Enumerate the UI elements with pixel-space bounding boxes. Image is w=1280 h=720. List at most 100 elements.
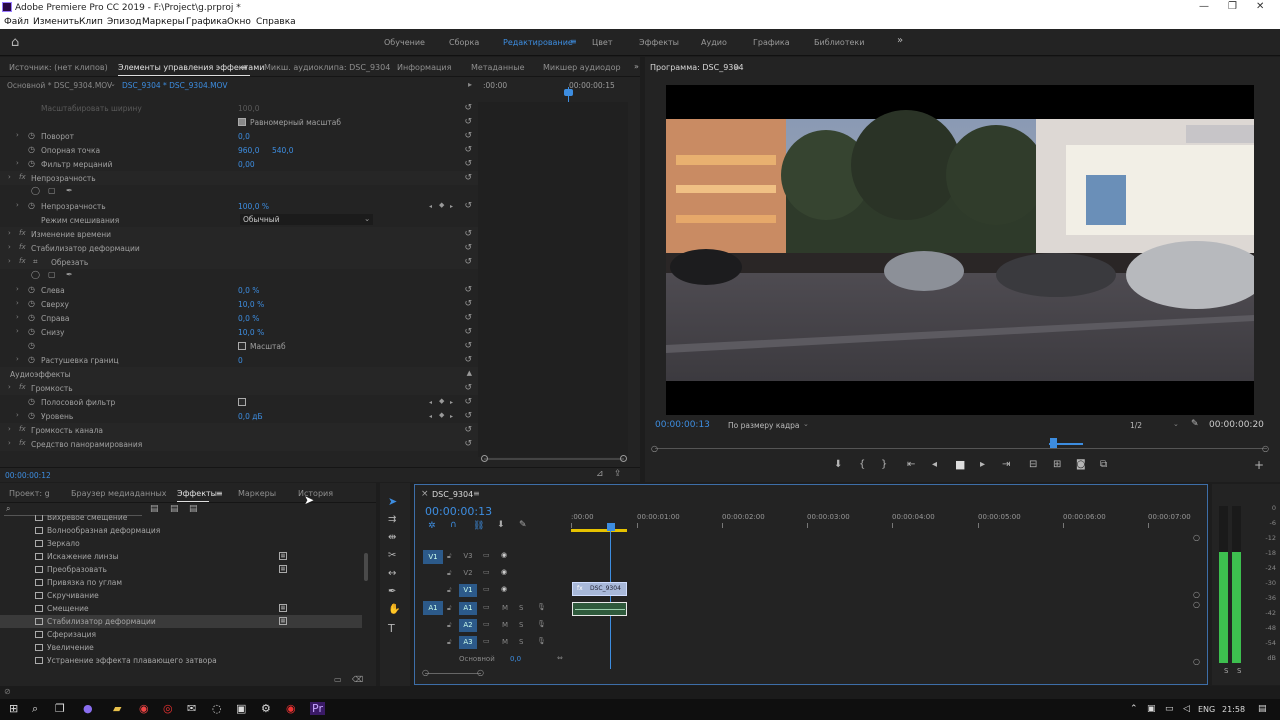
- extract-icon[interactable]: ⊞: [1053, 459, 1061, 470]
- effects-scrollbar[interactable]: [364, 553, 368, 581]
- delete-icon[interactable]: ⌫: [352, 675, 363, 684]
- ec-row-14[interactable]: › ◷ Сверху 10,0 % ↺: [0, 297, 478, 311]
- prev-keyframe-icon[interactable]: ◂: [429, 203, 432, 210]
- mark-in-icon[interactable]: {: [859, 459, 865, 470]
- next-keyframe-icon[interactable]: ▸: [450, 203, 453, 210]
- add-keyframe-icon[interactable]: ◆: [439, 201, 444, 209]
- scroll-handle-top[interactable]: ○: [1193, 533, 1200, 542]
- new-folder-icon[interactable]: ▭: [334, 675, 342, 684]
- timeline-tab[interactable]: DSC_9304: [432, 490, 473, 499]
- project-tab-3[interactable]: Маркеры: [238, 489, 276, 498]
- master-value[interactable]: 0,0: [510, 655, 521, 663]
- fx-toggle-icon[interactable]: fx: [19, 383, 26, 391]
- workspace-tab-4[interactable]: Эффекты: [639, 38, 679, 47]
- scroll-handle-bottom[interactable]: ○: [1193, 657, 1200, 666]
- ec-property-value[interactable]: 0: [238, 356, 243, 365]
- source-tab-4[interactable]: Метаданные: [471, 63, 525, 72]
- ec-row-24[interactable]: › fx Средство панорамирования ↺: [0, 437, 478, 451]
- effect-list-item[interactable]: Стабилизатор деформации ▦: [0, 615, 362, 628]
- lock-icon[interactable]: 🔓︎: [447, 586, 452, 595]
- reset-icon[interactable]: ↺: [464, 299, 472, 309]
- effect-list-item[interactable]: Искажение линзы ▦: [0, 550, 362, 563]
- chevron-icon[interactable]: ›: [8, 257, 11, 265]
- fx-toggle-icon[interactable]: fx: [19, 425, 26, 433]
- record-icon[interactable]: ◎: [163, 702, 173, 715]
- sync-lock-icon[interactable]: ▭: [483, 551, 490, 559]
- volume-icon[interactable]: ◁: [1183, 704, 1190, 714]
- ec-row-5[interactable]: › fx Непрозрачность ↺: [0, 171, 478, 185]
- scroll-handle-mid2[interactable]: ○: [1193, 600, 1200, 609]
- meter-solo-left[interactable]: S: [1224, 667, 1228, 675]
- eye-icon[interactable]: ◉: [501, 568, 507, 576]
- ec-row-23[interactable]: › fx Громкость канала ↺: [0, 423, 478, 437]
- type-tool-icon[interactable]: T: [388, 622, 395, 635]
- reset-icon[interactable]: ↺: [464, 173, 472, 183]
- 32bit-effects-icon[interactable]: ▤: [170, 504, 179, 514]
- workspace-tab-1[interactable]: Сборка: [449, 38, 479, 47]
- ec-row-16[interactable]: › ◷ Снизу 10,0 % ↺: [0, 325, 478, 339]
- ec-property-value[interactable]: 0,00: [238, 160, 255, 169]
- search-icon[interactable]: ⌕: [32, 702, 38, 716]
- chevron-icon[interactable]: ›: [16, 131, 19, 139]
- ec-property-value[interactable]: 0,0 %: [238, 286, 259, 295]
- checkbox[interactable]: [238, 118, 246, 126]
- effect-list-item[interactable]: Вихревое смещение: [0, 515, 362, 524]
- ec-row-17[interactable]: ◷ Масштаб ↺: [0, 339, 478, 353]
- chevron-icon[interactable]: ›: [8, 439, 11, 447]
- go-to-out-icon[interactable]: ⇥: [1002, 459, 1010, 470]
- battery-icon[interactable]: ▭: [1165, 704, 1174, 714]
- reset-icon[interactable]: ↺: [464, 355, 472, 365]
- camera-icon[interactable]: ◙: [1076, 459, 1086, 470]
- workspace-tab-2[interactable]: Редактирование: [503, 38, 573, 47]
- track-target[interactable]: A3: [459, 636, 477, 649]
- start-icon[interactable]: ⊞: [9, 702, 18, 715]
- chevron-icon[interactable]: ›: [16, 313, 19, 321]
- source-patch-v[interactable]: V1: [423, 550, 443, 564]
- effect-list-item[interactable]: Увеличение: [0, 641, 362, 654]
- stopwatch-icon[interactable]: ◷: [28, 159, 35, 168]
- add-marker-icon[interactable]: ⬇: [834, 459, 842, 470]
- reset-icon[interactable]: ↺: [464, 201, 472, 211]
- eye-icon[interactable]: ◉: [501, 551, 507, 559]
- timeline-zoom-bar[interactable]: [425, 673, 481, 674]
- network-app-icon[interactable]: ◌: [212, 702, 222, 715]
- effect-list-item[interactable]: Смещение ▦: [0, 602, 362, 615]
- zoom-handle-right[interactable]: ○: [477, 668, 484, 677]
- track-target[interactable]: V1: [459, 584, 477, 597]
- nest-icon[interactable]: ✲: [428, 521, 436, 531]
- next-keyframe-icon[interactable]: ▸: [450, 399, 453, 406]
- ec-row-7[interactable]: › ◷ Непрозрачность 100,0 % ◂ ◆ ▸ ↺: [0, 199, 478, 213]
- maximize-button[interactable]: ❐: [1228, 1, 1237, 12]
- ec-row-9[interactable]: › fx Изменение времени ↺: [0, 227, 478, 241]
- pen-tool-icon[interactable]: ✒: [388, 586, 396, 597]
- solo-button[interactable]: S: [519, 621, 523, 629]
- video-clip[interactable]: fx DSC_9304: [572, 582, 627, 596]
- source-patch-a[interactable]: A1: [423, 601, 443, 615]
- wrench-icon[interactable]: ✎: [1191, 419, 1199, 429]
- fx-toggle-icon[interactable]: fx: [19, 229, 26, 237]
- ec-property-value[interactable]: 10,0 %: [238, 328, 264, 337]
- mute-button[interactable]: M: [502, 604, 508, 612]
- menu-item-6[interactable]: Окно: [227, 17, 251, 27]
- step-forward-icon[interactable]: ▸: [980, 459, 985, 470]
- ec-zoom-handle-left[interactable]: [481, 455, 488, 462]
- linked-selection-icon[interactable]: ⛓: [473, 521, 484, 531]
- reset-icon[interactable]: ↺: [464, 117, 472, 127]
- ec-row-21[interactable]: ◷ Полосовой фильтр ◂ ◆ ▸ ↺: [0, 395, 478, 409]
- reset-icon[interactable]: ↺: [464, 145, 472, 155]
- scroll-up-icon[interactable]: ▲: [467, 369, 472, 377]
- chevron-icon[interactable]: ›: [16, 159, 19, 167]
- reset-icon[interactable]: ↺: [464, 229, 472, 239]
- clock[interactable]: 21:58: [1222, 705, 1245, 714]
- stopwatch-icon[interactable]: ◷: [28, 397, 35, 406]
- ripple-edit-tool-icon[interactable]: ⇹: [388, 532, 396, 543]
- eye-icon[interactable]: ◉: [501, 585, 507, 593]
- recorder-icon[interactable]: ◉: [286, 702, 296, 715]
- meter-solo-right[interactable]: S: [1237, 667, 1241, 675]
- reset-icon[interactable]: ↺: [464, 397, 472, 407]
- clip-target-label[interactable]: DSC_9304 * DSC_9304.MOV: [122, 81, 228, 90]
- step-back-icon[interactable]: ◂: [932, 459, 937, 470]
- workspace-tab-3[interactable]: Цвет: [592, 38, 613, 47]
- ec-property-value[interactable]: 100,0 %: [238, 202, 269, 211]
- add-keyframe-icon[interactable]: ◆: [439, 411, 444, 419]
